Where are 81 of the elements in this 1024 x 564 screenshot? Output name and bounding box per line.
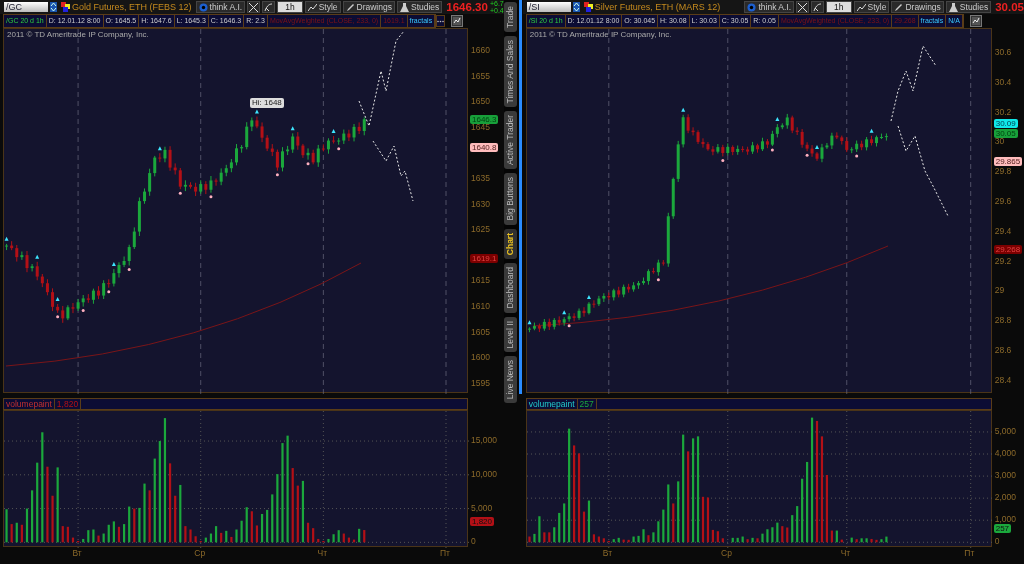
volume-axis-label: 10,000 [471,468,497,479]
side-tab[interactable]: Chart [503,228,517,260]
symbol-field[interactable]: /SI [526,2,571,12]
high-label: Hi: 1648 [250,98,284,108]
price-axis-label: 29.2 [994,255,1012,266]
price-badge: 30.05 [993,128,1018,138]
style-button[interactable]: Style [304,1,341,13]
price-axis-label: 30.2 [994,106,1012,117]
think-ai-button[interactable]: think A.I. [744,1,795,13]
study-name: volumepaint [526,399,578,409]
price-axis-label: 28.8 [994,315,1012,326]
symbol-field[interactable]: /GC [4,2,48,12]
think-ai-button[interactable]: think A.I. [195,1,246,13]
price-axis-label: 1595 [471,377,490,388]
price-axis-label: 1650 [471,96,490,107]
study-value: 1,820 [54,399,82,409]
price-axis-label: 1635 [471,173,490,183]
side-tab[interactable]: Big Buttons [503,173,517,225]
side-tab[interactable]: Dashboard [503,263,517,313]
time-axis-label: Ср [720,548,733,558]
price-badge: 30.09 [993,118,1018,128]
price-axis-label: 28.6 [994,345,1012,355]
volume-axis-label: 5,000 [994,425,1016,436]
side-tab[interactable]: Level II [503,316,517,353]
price-badge: 1646.3 [470,115,499,125]
last-price: 1646.30 [446,1,488,13]
copyright-text: 2011 © TD Ameritrade IP Company, Inc. [529,30,672,39]
volume-axis-label: 0 [471,536,476,547]
price-badge: 1640.8 [470,143,499,153]
volume-axis-label: 2,000 [994,492,1016,503]
side-tab[interactable]: Active Trader [503,111,517,170]
price-axis-label: 1605 [471,326,490,337]
time-axis-label: Вт [71,548,83,558]
side-tab[interactable]: Trade [503,2,517,32]
time-axis-label: Чт [839,548,852,558]
volume-axis-label: 15,000 [471,435,497,446]
volume-axis-label: 3,000 [994,470,1016,481]
volume-badge: 257 [993,523,1012,533]
price-axis-label: 29.6 [994,196,1012,206]
price-badge: 1619.1 [470,254,499,264]
volume-axis-label: 1,000 [994,514,1016,525]
price-badge: 29.268 [993,245,1023,255]
time-axis-label: Чт [316,548,329,558]
price-axis-label: 1600 [471,352,490,363]
study-value: 257 [577,399,597,409]
side-tab[interactable]: Live News [503,356,517,404]
price-axis-label: 29.4 [994,225,1012,236]
drawings-button[interactable]: Drawings [342,1,395,13]
side-tab[interactable]: Times And Sales [503,35,517,108]
studies-button[interactable]: Studies [396,1,443,13]
price-axis-label: 1630 [471,198,490,209]
price-axis-label: 30.6 [994,47,1012,57]
price-axis-label: 29.8 [994,166,1012,177]
copyright-text: 2011 © TD Ameritrade IP Company, Inc. [7,30,149,39]
studies-button[interactable]: Studies [945,1,992,13]
price-axis-label: 1660 [471,45,490,55]
price-axis-label: 1610 [471,301,490,311]
volume-axis-label: 5,000 [471,502,493,513]
price-axis-label: 30 [994,136,1005,147]
style-button[interactable]: Style [853,1,890,13]
time-axis-label: Пт [439,548,451,558]
price-badge: 29.865 [993,156,1023,166]
price-axis-label: 29 [994,285,1005,296]
price-axis-label: 28.4 [994,374,1012,385]
drawings-button[interactable]: Drawings [891,1,944,13]
instrument-title: Silver Futures, ETH (MARS 12) [594,2,721,12]
last-price: 30.05 [995,1,1024,13]
price-axis-label: 30.4 [994,76,1012,87]
aggregation-button[interactable]: 1h [826,1,852,13]
volume-badge: 1,820 [470,517,495,527]
time-axis-label: Пт [963,548,976,558]
aggregation-button[interactable]: 1h [277,1,303,13]
volume-axis-label: 0 [994,536,1000,547]
volume-axis-label: 4,000 [994,448,1016,458]
price-axis-label: 1615 [471,275,490,286]
time-axis-label: Вт [601,548,614,558]
time-axis-label: Ср [193,548,207,558]
price-axis-label: 1625 [471,224,490,235]
price-axis-label: 1655 [471,70,490,81]
study-name: volumepaint [4,399,55,409]
instrument-title: Gold Futures, ETH (FEBS 12) [72,2,192,12]
